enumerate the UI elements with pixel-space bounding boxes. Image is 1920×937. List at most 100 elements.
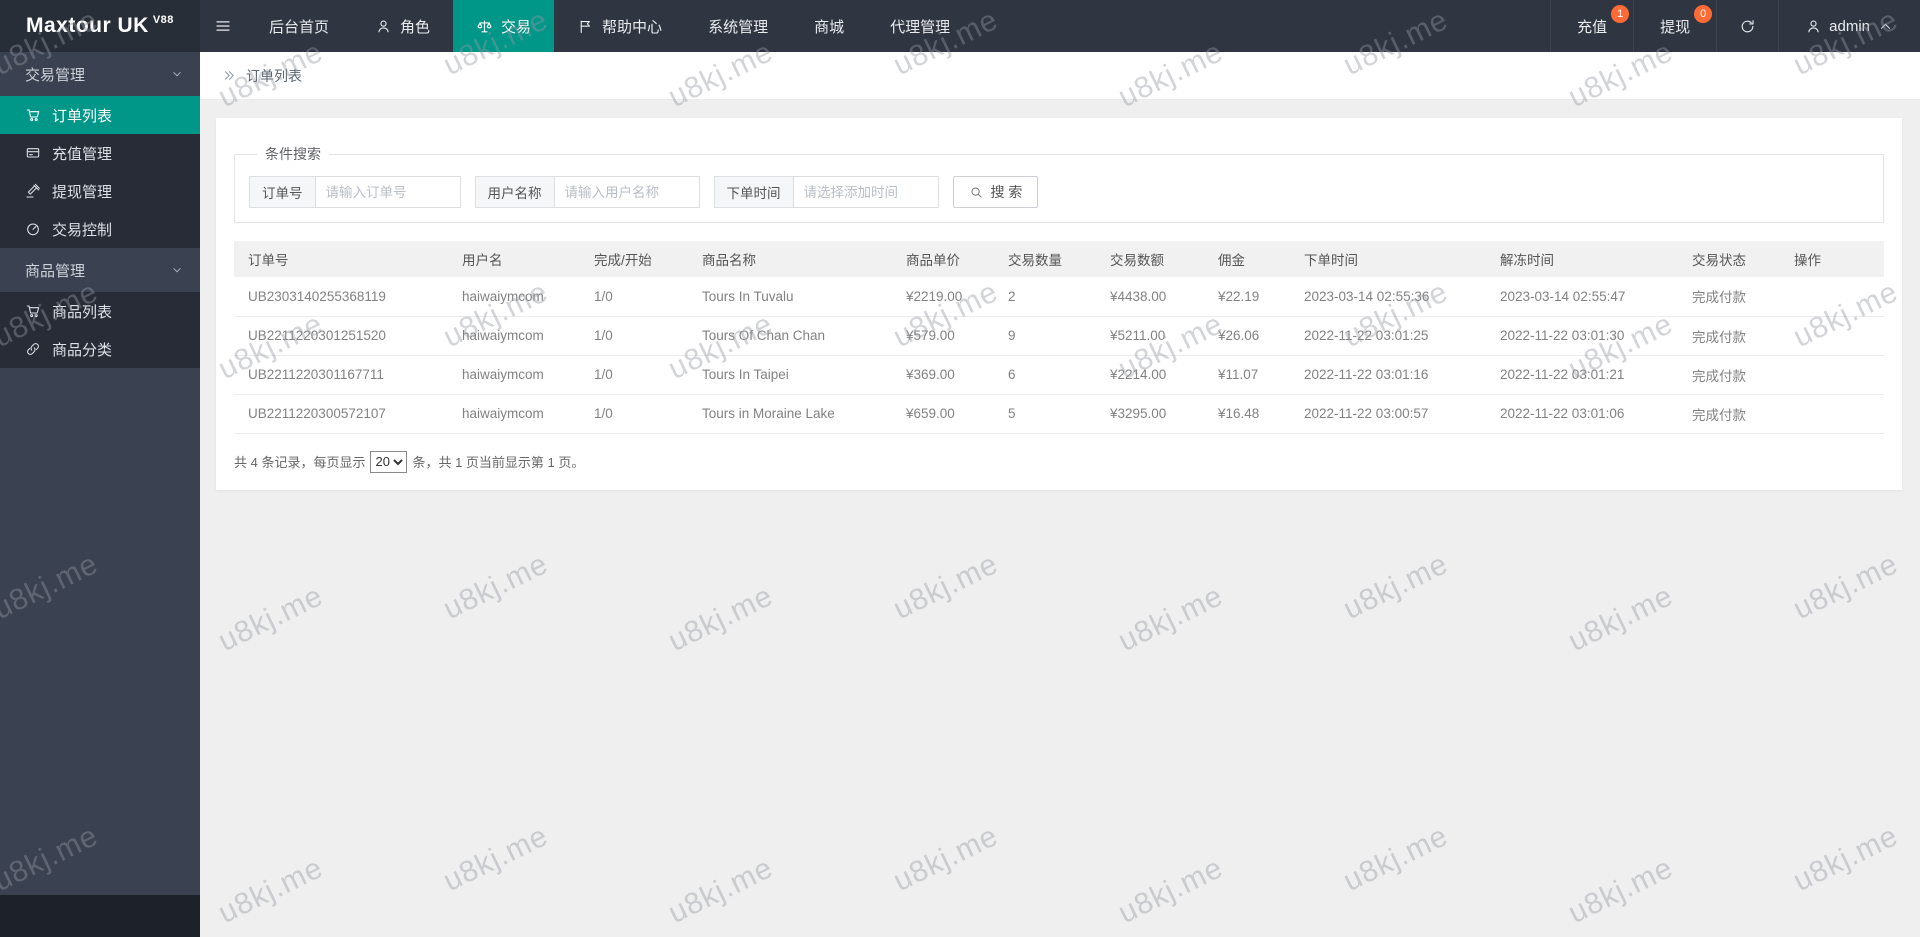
watermark: u8kj.me: [888, 547, 1004, 626]
table-cell: haiwaiymcom: [448, 355, 580, 395]
search-row: 订单号 用户名称 下单时间 搜 索: [249, 176, 1869, 208]
table-cell: 2022-11-22 03:00:57: [1290, 394, 1486, 434]
table-cell: UB2211220301167711: [234, 355, 448, 395]
column-header: 交易数额: [1096, 241, 1204, 277]
sidebar-item-商品分类[interactable]: 商品分类: [0, 330, 200, 368]
sidebar-item-提现管理[interactable]: 提现管理: [0, 172, 200, 210]
scales-icon: [476, 18, 493, 35]
nav-item-label: 系统管理: [708, 18, 769, 36]
refresh-button[interactable]: [1716, 0, 1778, 52]
table-cell: 完成付款: [1678, 316, 1780, 356]
sidebar-item-订单列表[interactable]: 订单列表: [0, 96, 200, 134]
table-cell: Tours in Moraine Lake: [688, 394, 892, 434]
sidebar-item-label: 订单列表: [52, 107, 113, 125]
user-icon: [1805, 18, 1822, 35]
table-cell: 1/0: [580, 316, 688, 356]
double-chevron-icon: [222, 68, 237, 83]
table-cell: ¥5211.00: [1096, 316, 1204, 356]
withdraw-button[interactable]: 提现 0: [1633, 0, 1716, 52]
sidebar-group-商品管理[interactable]: 商品管理: [0, 248, 200, 292]
search-panel-title: 条件搜索: [265, 146, 321, 162]
table-cell: 5: [994, 394, 1096, 434]
column-header: 下单时间: [1290, 241, 1486, 277]
sidebar-group-label: 交易管理: [25, 66, 86, 84]
table-cell: 2: [994, 277, 1096, 317]
orders-table: 订单号 用户名 完成/开始 商品名称 商品单价 交易数量 交易数额 佣金 下单时间 解冻时间 交易状…: [234, 241, 1884, 434]
pagination-suffix: 条，共 1 页当前显示第 1 页。: [412, 455, 585, 470]
nav-item-label: 交易: [501, 18, 532, 36]
table-cell: 9: [994, 316, 1096, 356]
table-cell: [1780, 277, 1884, 317]
column-header: 完成/开始: [580, 241, 688, 277]
table-cell: 2022-11-22 03:01:06: [1486, 394, 1678, 434]
sidebar-item-交易控制[interactable]: 交易控制: [0, 210, 200, 248]
column-header: 商品单价: [892, 241, 994, 277]
table-cell: 6: [994, 355, 1096, 395]
watermark: u8kj.me: [663, 851, 779, 930]
hamburger-icon: [214, 17, 232, 35]
table-cell: 2023-03-14 02:55:36: [1290, 277, 1486, 317]
table-cell: 1/0: [580, 277, 688, 317]
app-logo: Maxtour UK V88: [0, 0, 200, 52]
nav-item-后台首页[interactable]: 后台首页: [246, 0, 352, 52]
search-field-label: 订单号: [249, 176, 315, 208]
watermark: u8kj.me: [1113, 579, 1229, 658]
search-input-下单时间[interactable]: [792, 176, 939, 208]
nav-item-label: 后台首页: [269, 18, 330, 36]
sidebar-item-label: 商品分类: [52, 341, 113, 359]
chevron-down-icon: [170, 67, 184, 81]
link-icon: [25, 341, 41, 357]
table-cell: haiwaiymcom: [448, 394, 580, 434]
table-cell: Tours Of Chan Chan: [688, 316, 892, 356]
nav-item-商城[interactable]: 商城: [791, 0, 867, 52]
card-icon: [25, 145, 41, 161]
search-field-label: 用户名称: [474, 176, 554, 208]
search-button[interactable]: 搜 索: [952, 176, 1039, 208]
topbar-right: 充值 1 提现 0 admin: [1550, 0, 1920, 52]
sidebar-item-商品列表[interactable]: 商品列表: [0, 292, 200, 330]
table-cell: [1780, 394, 1884, 434]
table-row: UB2303140255368119 haiwaiymcom 1/0 Tours In…: [234, 277, 1884, 317]
table-cell: haiwaiymcom: [448, 277, 580, 317]
sidebar-item-label: 交易控制: [52, 221, 113, 239]
pagination-prefix: 共 4 条记录，每页显示: [234, 455, 366, 470]
search-input-用户名称[interactable]: [553, 176, 700, 208]
sidebar-group-交易管理[interactable]: 交易管理: [0, 52, 200, 96]
table-cell: haiwaiymcom: [448, 316, 580, 356]
table-cell: 1/0: [580, 394, 688, 434]
watermark: u8kj.me: [438, 547, 554, 626]
watermark: u8kj.me: [1563, 851, 1679, 930]
table-cell: ¥26.06: [1204, 316, 1290, 356]
recharge-button[interactable]: 充值 1: [1550, 0, 1633, 52]
table-cell: Tours In Tuvalu: [688, 277, 892, 317]
top-nav: 后台首页 角色 交易 帮助中心 系统管理 商城 代理管理: [246, 0, 973, 52]
watermark: u8kj.me: [1563, 579, 1679, 658]
flag-icon: [577, 18, 594, 35]
user-menu[interactable]: admin: [1778, 0, 1920, 52]
nav-item-label: 帮助中心: [602, 18, 663, 36]
pagination: 共 4 条记录，每页显示 20 条，共 1 页当前显示第 1 页。: [234, 450, 1884, 473]
nav-item-交易[interactable]: 交易: [453, 0, 555, 52]
table-cell: ¥22.19: [1204, 277, 1290, 317]
refresh-icon: [1739, 18, 1756, 35]
search-input-订单号[interactable]: [314, 176, 461, 208]
search-field-用户名称: 用户名称: [474, 176, 700, 208]
watermark: u8kj.me: [213, 851, 329, 930]
search-field-下单时间: 下单时间: [713, 176, 939, 208]
nav-item-角色[interactable]: 角色: [352, 0, 453, 52]
watermark: u8kj.me: [1788, 819, 1904, 898]
sidebar-item-充值管理[interactable]: 充值管理: [0, 134, 200, 172]
per-page-select[interactable]: 20: [370, 450, 408, 473]
nav-item-帮助中心[interactable]: 帮助中心: [554, 0, 685, 52]
sidebar-toggle-button[interactable]: [200, 0, 246, 52]
watermark: u8kj.me: [438, 819, 554, 898]
watermark: u8kj.me: [1338, 819, 1454, 898]
cart-icon: [25, 107, 41, 123]
column-header: 解冻时间: [1486, 241, 1678, 277]
recharge-badge: 1: [1611, 5, 1630, 23]
column-header: 订单号: [234, 241, 448, 277]
table-cell: 2022-11-22 03:01:21: [1486, 355, 1678, 395]
sidebar-footer: [0, 895, 200, 937]
nav-item-系统管理[interactable]: 系统管理: [685, 0, 791, 52]
nav-item-代理管理[interactable]: 代理管理: [867, 0, 973, 52]
